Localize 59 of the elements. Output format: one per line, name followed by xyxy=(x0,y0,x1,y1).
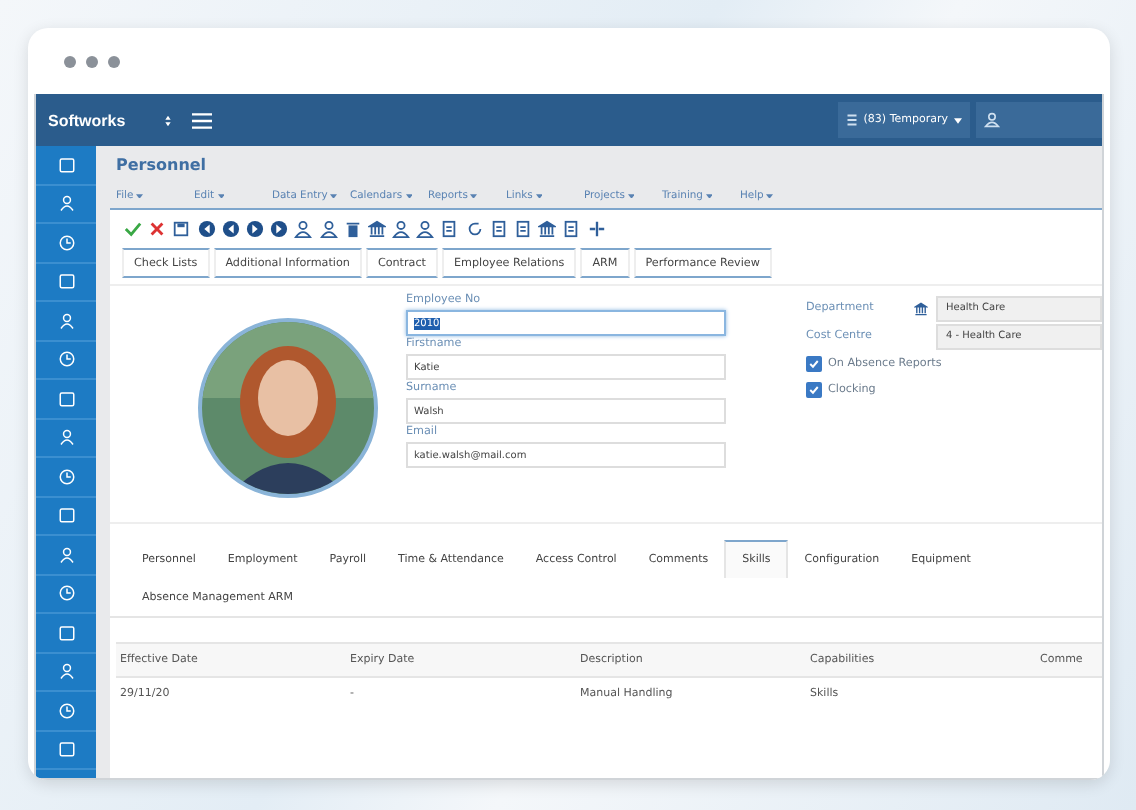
close-icon[interactable] xyxy=(148,220,167,238)
clock-icon[interactable] xyxy=(57,584,75,603)
refresh-icon[interactable] xyxy=(465,220,484,238)
caret-icon xyxy=(954,117,962,123)
caret-icon[interactable] xyxy=(705,193,713,199)
save-icon[interactable] xyxy=(172,220,191,238)
user-icon[interactable] xyxy=(57,194,75,213)
calendar-icon[interactable] xyxy=(57,506,75,525)
clock-icon[interactable] xyxy=(57,467,75,486)
caret-icon[interactable] xyxy=(535,193,543,199)
caret-icon[interactable] xyxy=(766,193,774,199)
split-icon[interactable] xyxy=(587,220,606,238)
navigation-icon[interactable] xyxy=(221,220,240,238)
bank-icon[interactable] xyxy=(914,301,928,315)
navigation-icon[interactable] xyxy=(197,220,216,238)
navigation-icon[interactable] xyxy=(270,220,289,238)
user-icon[interactable] xyxy=(319,220,337,238)
calendar-icon[interactable] xyxy=(57,623,75,642)
clock-icon[interactable] xyxy=(57,701,75,720)
window-dot-icon xyxy=(64,55,76,67)
caret-icon[interactable] xyxy=(470,193,478,199)
user-icon xyxy=(984,112,1000,128)
calendar-icon[interactable] xyxy=(57,389,75,408)
caret-icon[interactable] xyxy=(217,193,225,199)
logo: Softworks xyxy=(46,111,128,129)
document-icon[interactable] xyxy=(489,220,508,238)
sort-icon[interactable] xyxy=(164,113,172,127)
user-field[interactable] xyxy=(976,102,1102,138)
bank-icon[interactable] xyxy=(538,220,557,238)
calendar-icon[interactable] xyxy=(57,155,75,174)
user-icon[interactable] xyxy=(416,220,435,238)
checkbox[interactable] xyxy=(806,355,822,371)
page-title: Personnel xyxy=(114,154,209,178)
user-icon[interactable] xyxy=(294,220,313,238)
delete-icon[interactable] xyxy=(343,220,362,238)
calendar-icon[interactable] xyxy=(57,272,75,291)
calendar-icon[interactable] xyxy=(57,740,75,759)
caret-icon[interactable] xyxy=(330,193,338,199)
document-icon[interactable] xyxy=(562,220,581,238)
clock-icon[interactable] xyxy=(57,233,75,252)
user-icon[interactable] xyxy=(57,428,75,447)
user-icon[interactable] xyxy=(57,545,75,564)
document-icon[interactable] xyxy=(514,220,532,238)
user-icon[interactable] xyxy=(392,220,411,238)
user-icon[interactable] xyxy=(57,662,75,681)
document-icon[interactable] xyxy=(440,220,459,238)
menu-icon[interactable] xyxy=(192,111,212,129)
checkbox[interactable] xyxy=(806,381,822,397)
check-icon[interactable] xyxy=(124,220,142,238)
clock-icon[interactable] xyxy=(57,350,75,369)
user-icon[interactable] xyxy=(57,311,75,330)
bank-icon[interactable] xyxy=(367,220,386,238)
window-dot-icon xyxy=(86,55,98,67)
caret-icon[interactable] xyxy=(405,193,413,199)
caret-icon[interactable] xyxy=(136,193,144,199)
window-dot-icon xyxy=(108,55,120,67)
caret-icon[interactable] xyxy=(627,193,635,199)
list-icon xyxy=(845,114,858,126)
navigation-icon[interactable] xyxy=(245,220,264,238)
